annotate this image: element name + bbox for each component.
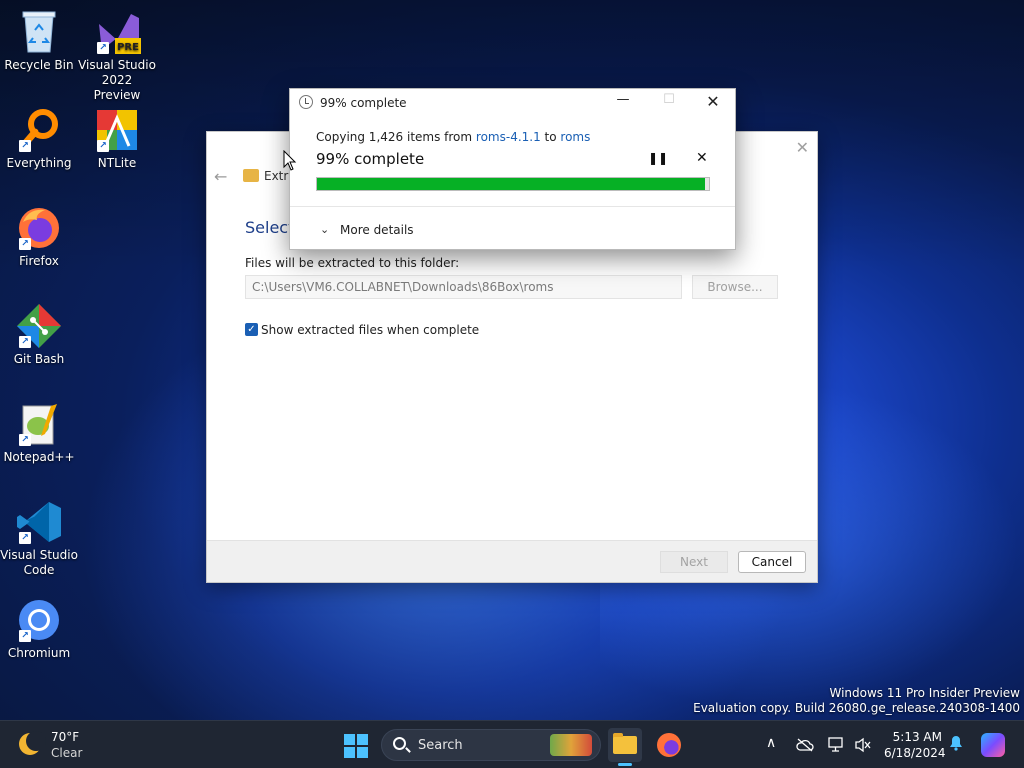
mouse-cursor-icon [283,150,297,171]
cloud-offline-icon[interactable] [796,738,814,752]
desktop-icon-label: Firefox [19,254,59,268]
destination-path-input[interactable]: C:\Users\VM6.COLLABNET\Downloads\86Box\r… [245,275,682,299]
search-label: Search [418,738,463,753]
desktop-icon-label: Everything [6,156,72,170]
show-extracted-files-label[interactable]: Show extracted files when complete [261,323,479,337]
window-title: 99% complete [320,96,407,110]
show-hidden-icons-chevron[interactable]: ∧ [766,735,776,751]
firefox-icon: ↗ [15,204,63,252]
destination-folder-link[interactable]: roms [560,130,590,144]
search-icon [393,737,406,750]
dialog-footer: Next Cancel [207,540,817,582]
desktop-icon-recycle-bin[interactable]: Recycle Bin [0,8,78,73]
taskbar-firefox[interactable] [652,728,686,762]
close-icon[interactable]: ✕ [796,138,809,157]
desktop-icon-label: Notepad++ [3,450,75,464]
folder-icon [613,733,637,754]
taskbar-search-box[interactable]: Search [381,729,601,761]
visual-studio-icon: PRE ↗ [93,8,141,56]
more-details-toggle[interactable]: More details [340,223,414,237]
chromium-icon: ↗ [15,596,63,644]
shortcut-arrow-icon: ↗ [19,630,31,642]
shortcut-arrow-icon: ↗ [19,532,31,544]
desktop-icon-git-bash[interactable]: ↗ Git Bash [0,302,78,367]
copy-description: Copying 1,426 items from roms-4.1.1 to r… [316,130,590,144]
cancel-button[interactable]: Cancel [738,551,806,573]
shortcut-arrow-icon: ↗ [97,42,109,54]
windows-watermark: Windows 11 Pro Insider Preview Evaluatio… [693,686,1020,716]
desktop-icons: Recycle Bin PRE ↗ Visual Studio 2022 Pre… [0,0,170,720]
maximize-button[interactable]: ☐ [654,92,684,112]
shortcut-arrow-icon: ↗ [19,238,31,250]
progress-bar-fill [317,178,706,190]
show-extracted-files-checkbox[interactable]: ✓ [245,323,258,336]
taskbar-file-explorer[interactable] [608,728,642,766]
desktop-icon-firefox[interactable]: ↗ Firefox [0,204,78,269]
network-icon[interactable] [828,737,846,753]
taskbar: 70°F Clear Search ∧ 5:13 AM 6/18/2024 [0,720,1024,768]
notification-bell-icon[interactable] [949,735,963,751]
stop-button[interactable]: ✕ [696,150,708,166]
divider [290,206,735,207]
watermark-line1: Windows 11 Pro Insider Preview [829,686,1020,700]
desktop-icon-label: Chromium [7,646,71,660]
shortcut-arrow-icon: ↗ [19,336,31,348]
git-bash-icon: ↗ [15,302,63,350]
progress-status: 99% complete [316,150,425,168]
vscode-icon: ↗ [15,498,63,546]
moon-icon[interactable] [19,731,46,755]
start-button[interactable] [344,734,368,758]
desktop-icon-everything[interactable]: ↗ Everything [0,106,78,171]
active-indicator [618,763,632,766]
desktop-icon-label: Visual Studio 2022 Preview [78,58,156,102]
shortcut-arrow-icon: ↗ [19,140,31,152]
extract-heading: Select [245,218,295,237]
desktop-icon-label: Visual Studio Code [0,548,78,577]
back-arrow-icon[interactable]: ← [214,167,227,186]
taskbar-date[interactable]: 6/18/2024 [884,746,946,760]
chevron-down-icon[interactable]: ⌄ [320,223,329,236]
zip-folder-icon [243,169,259,182]
desktop-icon-ntlite[interactable]: ↗ NTLite [78,106,156,171]
desktop-icon-label: NTLite [97,156,137,170]
shortcut-arrow-icon: ↗ [19,434,31,446]
clock-icon [299,95,313,109]
source-folder-link[interactable]: roms-4.1.1 [476,130,541,144]
pause-button[interactable]: ❚❚ [648,151,668,165]
desktop-icon-notepad-plus-plus[interactable]: ↗ Notepad++ [0,400,78,465]
preview-badge: PRE [117,42,139,53]
destination-label: Files will be extracted to this folder: [245,256,460,270]
volume-muted-icon[interactable] [854,737,872,753]
weather-temperature[interactable]: 70°F [51,730,79,744]
windows-logo-pane [357,747,368,758]
windows-logo-icon [344,734,355,745]
firefox-icon [657,733,681,757]
desktop-icon-label: Recycle Bin [4,58,74,72]
notepad-plus-plus-icon: ↗ [15,400,63,448]
next-button[interactable]: Next [660,551,728,573]
watermark-line2: Evaluation copy. Build 26080.ge_release.… [693,701,1020,715]
weather-condition[interactable]: Clear [51,746,82,760]
desktop-icon-vscode[interactable]: ↗ Visual Studio Code [0,498,78,578]
desktop-icon-visual-studio[interactable]: PRE ↗ Visual Studio 2022 Preview [78,8,156,103]
browse-button[interactable]: Browse... [692,275,778,299]
everything-search-icon: ↗ [15,106,63,154]
progress-bar [316,177,710,191]
minimize-button[interactable]: — [608,92,638,112]
copy-prefix-text: Copying 1,426 items from [316,130,476,144]
ntlite-icon: ↗ [93,106,141,154]
windows-logo-pane [344,747,355,758]
to-text: to [540,130,561,144]
windows-logo-pane [357,734,368,745]
title-bar[interactable]: 99% complete — ☐ ✕ [290,89,735,116]
recycle-bin-icon [15,8,63,56]
copy-progress-dialog: 99% complete — ☐ ✕ Copying 1,426 items f… [289,88,736,250]
desktop-icon-chromium[interactable]: ↗ Chromium [0,596,78,661]
desktop-icon-label: Git Bash [13,352,65,366]
copilot-icon[interactable] [981,733,1005,757]
taskbar-time[interactable]: 5:13 AM [884,730,942,744]
shortcut-arrow-icon: ↗ [97,140,109,152]
search-highlight-image [550,734,592,756]
close-button[interactable]: ✕ [698,92,728,112]
